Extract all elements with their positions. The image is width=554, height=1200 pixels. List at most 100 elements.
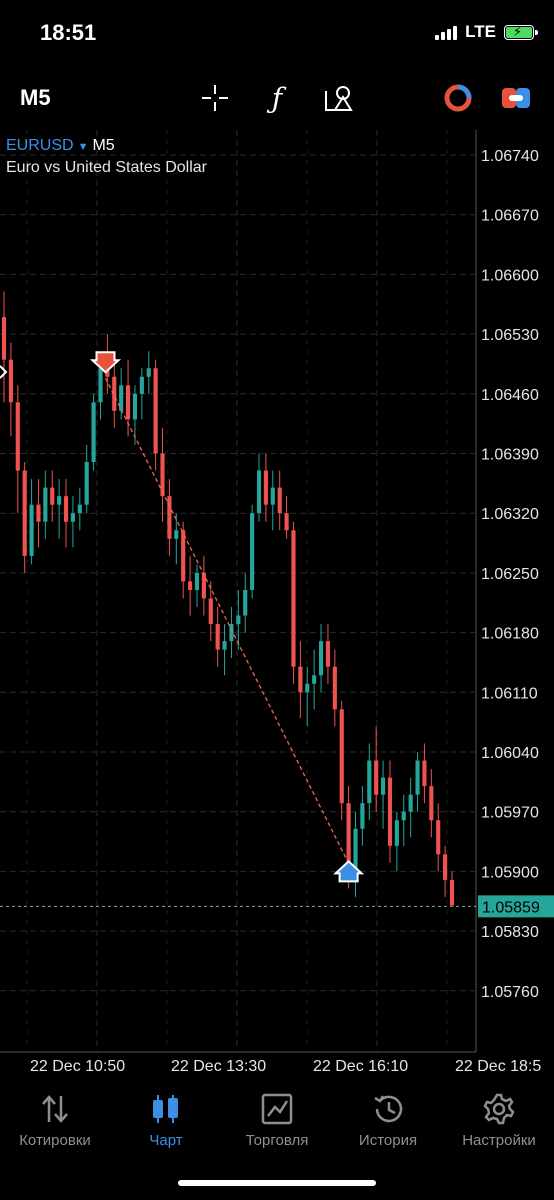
candle[interactable] bbox=[188, 581, 193, 590]
home-indicator bbox=[178, 1180, 376, 1186]
price-tick-label: 1.06110 bbox=[481, 685, 538, 702]
candle[interactable] bbox=[353, 828, 358, 872]
candle[interactable] bbox=[298, 666, 303, 693]
quotes-arrows-icon bbox=[42, 1095, 68, 1123]
candle[interactable] bbox=[194, 572, 200, 590]
objects-icon[interactable] bbox=[321, 80, 357, 116]
candle[interactable] bbox=[84, 462, 89, 505]
candle[interactable] bbox=[305, 683, 310, 693]
candle[interactable] bbox=[98, 368, 103, 403]
candle[interactable] bbox=[160, 453, 165, 497]
tab-history[interactable]: История bbox=[333, 1092, 443, 1149]
candle[interactable] bbox=[50, 487, 55, 505]
chart-toolbar: M5 ƒ bbox=[0, 70, 554, 126]
candlestick-chart[interactable]: 1.06740 1.06670 1.06600 1.06530 1.06460 1.063… bbox=[0, 130, 554, 1090]
candle[interactable] bbox=[70, 513, 75, 522]
account-icon[interactable] bbox=[498, 80, 534, 116]
price-tick-label: 1.06600 bbox=[481, 267, 539, 284]
candle[interactable] bbox=[63, 496, 69, 522]
candle[interactable] bbox=[250, 513, 255, 590]
buy-marker-icon[interactable] bbox=[333, 860, 365, 883]
candle[interactable] bbox=[243, 589, 248, 616]
tab-chart[interactable]: Чарт bbox=[111, 1092, 221, 1149]
candles-icon bbox=[153, 1095, 178, 1123]
status-bar: 18:51 LTE ⚡ bbox=[0, 0, 554, 70]
price-tick-label: 1.06670 bbox=[481, 208, 539, 225]
candle[interactable] bbox=[394, 820, 399, 846]
candle[interactable] bbox=[22, 470, 27, 556]
candle[interactable] bbox=[1, 317, 7, 360]
candle[interactable] bbox=[36, 504, 41, 522]
candle[interactable] bbox=[325, 641, 331, 667]
candle[interactable] bbox=[408, 794, 413, 812]
candle[interactable] bbox=[43, 487, 48, 522]
candle[interactable] bbox=[174, 530, 179, 539]
candle[interactable] bbox=[263, 470, 268, 505]
candle[interactable] bbox=[381, 777, 386, 795]
network-label: LTE bbox=[465, 22, 496, 41]
candle[interactable] bbox=[443, 854, 448, 880]
trade-icon[interactable] bbox=[440, 80, 476, 116]
candle[interactable] bbox=[236, 615, 241, 625]
tab-trade[interactable]: Торговля bbox=[222, 1092, 332, 1149]
crosshair-icon[interactable] bbox=[197, 80, 233, 116]
candle[interactable] bbox=[29, 504, 34, 556]
candle[interactable] bbox=[367, 760, 372, 804]
candle[interactable] bbox=[374, 760, 379, 795]
candle[interactable] bbox=[429, 786, 434, 821]
candle[interactable] bbox=[318, 641, 324, 676]
candle[interactable] bbox=[449, 879, 455, 906]
tab-quotes[interactable]: Котировки bbox=[0, 1092, 110, 1149]
candle[interactable] bbox=[256, 470, 262, 514]
timeframe-button[interactable]: M5 bbox=[20, 85, 51, 111]
tab-label: Торговля bbox=[245, 1132, 309, 1149]
candle[interactable] bbox=[132, 393, 138, 420]
candle[interactable] bbox=[284, 513, 289, 531]
candle[interactable] bbox=[181, 530, 186, 582]
candle[interactable] bbox=[153, 368, 158, 454]
trade-chart-icon bbox=[261, 1093, 293, 1125]
candle[interactable] bbox=[436, 820, 441, 855]
candle[interactable] bbox=[8, 359, 13, 403]
candle[interactable] bbox=[139, 376, 144, 394]
candle[interactable] bbox=[201, 572, 206, 599]
price-tick-label: 1.06740 bbox=[481, 148, 539, 165]
candle[interactable] bbox=[360, 803, 365, 829]
price-tick-label: 1.05970 bbox=[481, 805, 539, 822]
candle[interactable] bbox=[167, 496, 172, 539]
candle[interactable] bbox=[119, 385, 124, 411]
chart-area[interactable]: 1.06740 1.06670 1.06600 1.06530 1.06460 1.063… bbox=[0, 130, 554, 1090]
candle[interactable] bbox=[332, 666, 337, 710]
symbol-name[interactable]: EURUSD bbox=[6, 137, 74, 154]
candle[interactable] bbox=[146, 368, 151, 377]
candle[interactable] bbox=[339, 709, 344, 804]
candle[interactable] bbox=[277, 487, 282, 514]
candle[interactable] bbox=[415, 760, 420, 795]
candle[interactable] bbox=[291, 530, 296, 667]
candle[interactable] bbox=[229, 624, 234, 642]
candle[interactable] bbox=[387, 777, 393, 846]
candle[interactable] bbox=[422, 760, 427, 787]
symbol-dropdown-icon[interactable]: ▼ bbox=[78, 141, 89, 153]
trade-line bbox=[104, 377, 350, 864]
candle[interactable] bbox=[215, 624, 220, 650]
price-tick-label: 1.05760 bbox=[481, 984, 539, 1001]
candle[interactable] bbox=[91, 402, 96, 463]
candle[interactable] bbox=[125, 385, 131, 420]
time-tick-label: 22 Dec 16:10 bbox=[313, 1058, 408, 1075]
tab-settings[interactable]: Настройки bbox=[444, 1092, 554, 1149]
indicators-icon[interactable]: ƒ bbox=[259, 80, 295, 116]
candle[interactable] bbox=[57, 496, 62, 505]
candle[interactable] bbox=[77, 504, 82, 514]
chart-symbol[interactable]: EURUSD ▼ M5 bbox=[6, 137, 115, 155]
candle[interactable] bbox=[15, 402, 20, 471]
candle[interactable] bbox=[312, 675, 317, 684]
tab-label: История bbox=[358, 1132, 418, 1149]
time-tick-label: 22 Dec 13:30 bbox=[171, 1058, 266, 1075]
candle[interactable] bbox=[401, 811, 406, 821]
candle[interactable] bbox=[208, 598, 213, 625]
tab-label: Чарт bbox=[149, 1132, 183, 1149]
candle[interactable] bbox=[222, 641, 227, 650]
price-tick-label: 1.06040 bbox=[481, 745, 539, 762]
candle[interactable] bbox=[270, 487, 275, 505]
